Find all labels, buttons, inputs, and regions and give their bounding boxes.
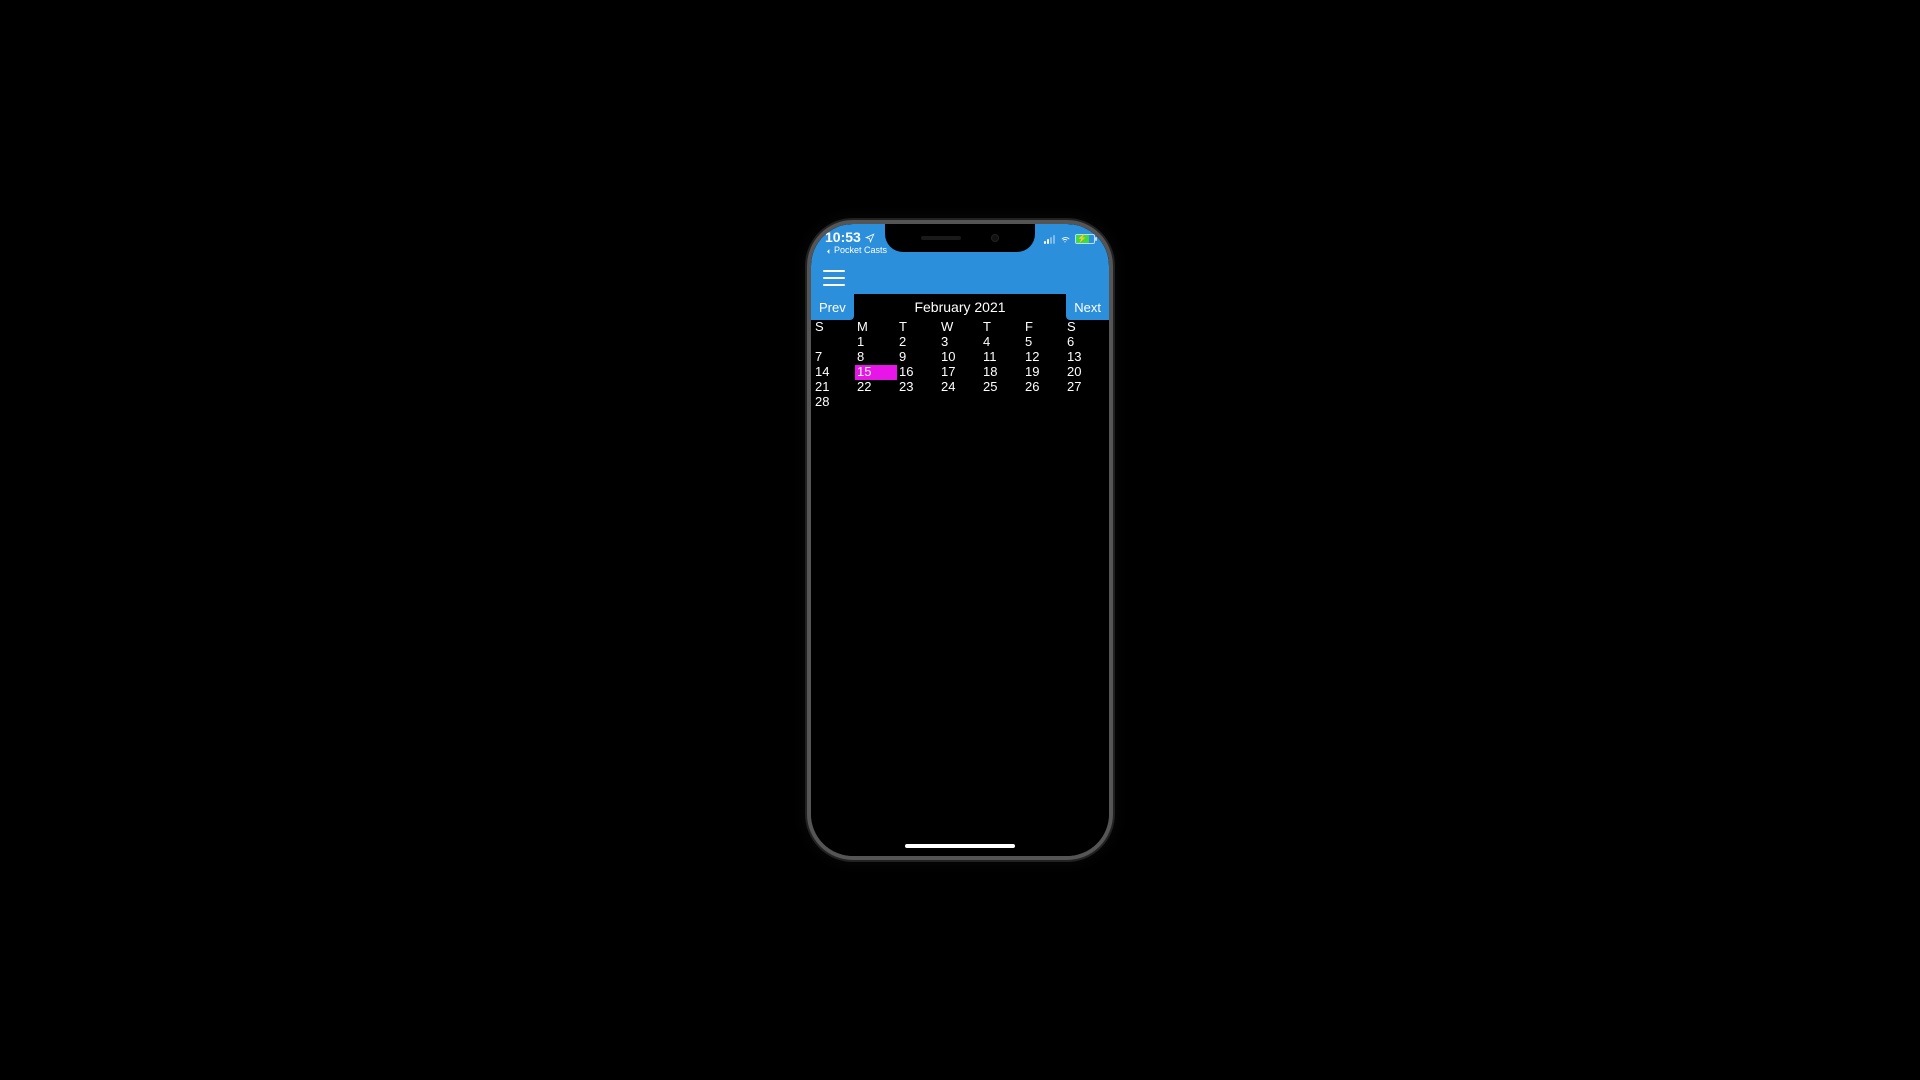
screen: 10:53 Pocket Casts xyxy=(811,224,1109,856)
calendar-day[interactable]: 9 xyxy=(897,350,939,365)
next-month-button[interactable]: Next xyxy=(1066,294,1109,320)
day-header: S xyxy=(1065,320,1107,335)
calendar-day[interactable]: 16 xyxy=(897,365,939,380)
power-button[interactable] xyxy=(1111,394,1113,464)
calendar-day[interactable]: 1 xyxy=(855,335,897,350)
day-header: S xyxy=(813,320,855,335)
speaker-grille xyxy=(921,236,961,240)
back-caret-icon xyxy=(825,248,832,255)
calendar-day-empty xyxy=(813,335,855,350)
day-header: F xyxy=(1023,320,1065,335)
calendar-header: Prev February 2021 Next xyxy=(811,294,1109,320)
calendar-day[interactable]: 20 xyxy=(1065,365,1107,380)
calendar-day[interactable]: 6 xyxy=(1065,335,1107,350)
day-header: T xyxy=(981,320,1023,335)
calendar-day[interactable]: 23 xyxy=(897,380,939,395)
calendar-week: 14 15 16 17 18 19 20 xyxy=(813,365,1107,380)
calendar-day[interactable]: 18 xyxy=(981,365,1023,380)
back-app-label: Pocket Casts xyxy=(834,246,887,256)
calendar-day[interactable]: 14 xyxy=(813,365,855,380)
day-header: T xyxy=(897,320,939,335)
menu-button[interactable] xyxy=(823,270,845,286)
calendar-day[interactable]: 24 xyxy=(939,380,981,395)
calendar-day[interactable]: 28 xyxy=(813,395,855,410)
wifi-icon xyxy=(1059,234,1071,244)
calendar-day[interactable]: 27 xyxy=(1065,380,1107,395)
back-to-app[interactable]: Pocket Casts xyxy=(825,246,887,256)
front-camera xyxy=(991,234,999,242)
calendar-day[interactable]: 25 xyxy=(981,380,1023,395)
calendar-day-selected[interactable]: 15 xyxy=(855,365,897,380)
status-left: 10:53 Pocket Casts xyxy=(825,230,887,256)
calendar-day[interactable]: 8 xyxy=(855,350,897,365)
calendar-day[interactable]: 11 xyxy=(981,350,1023,365)
location-icon xyxy=(865,233,875,243)
calendar-day[interactable]: 7 xyxy=(813,350,855,365)
calendar-day[interactable]: 22 xyxy=(855,380,897,395)
battery-icon: ⚡ xyxy=(1075,234,1095,244)
phone-frame: 10:53 Pocket Casts xyxy=(807,220,1113,860)
calendar-day-headers: S M T W T F S xyxy=(813,320,1107,335)
calendar-day[interactable]: 4 xyxy=(981,335,1023,350)
calendar-grid: S M T W T F S 1 2 3 4 5 6 7 8 9 1 xyxy=(811,320,1109,410)
calendar-day[interactable]: 17 xyxy=(939,365,981,380)
calendar-day[interactable]: 21 xyxy=(813,380,855,395)
calendar-day-empty xyxy=(981,395,1023,410)
calendar-day-empty xyxy=(1023,395,1065,410)
calendar-day-empty xyxy=(897,395,939,410)
home-indicator[interactable] xyxy=(905,844,1015,848)
calendar-day-empty xyxy=(939,395,981,410)
calendar-day[interactable]: 26 xyxy=(1023,380,1065,395)
volume-down-button[interactable] xyxy=(807,404,809,452)
calendar-day[interactable]: 3 xyxy=(939,335,981,350)
status-right: ⚡ xyxy=(1044,230,1095,244)
calendar-day[interactable]: 10 xyxy=(939,350,981,365)
calendar-week: 21 22 23 24 25 26 27 xyxy=(813,380,1107,395)
calendar-day[interactable]: 12 xyxy=(1023,350,1065,365)
calendar-day[interactable]: 19 xyxy=(1023,365,1065,380)
device-notch xyxy=(885,224,1035,252)
day-header: M xyxy=(855,320,897,335)
calendar-week: 28 xyxy=(813,395,1107,410)
volume-up-button[interactable] xyxy=(807,364,809,392)
calendar-day-empty xyxy=(1065,395,1107,410)
calendar-day[interactable]: 13 xyxy=(1065,350,1107,365)
cellular-signal-icon xyxy=(1044,235,1055,244)
calendar-title: February 2021 xyxy=(914,299,1005,315)
prev-month-button[interactable]: Prev xyxy=(811,294,854,320)
status-time: 10:53 xyxy=(825,230,861,245)
calendar-day-empty xyxy=(855,395,897,410)
charging-bolt-icon: ⚡ xyxy=(1077,235,1087,243)
calendar-week: 7 8 9 10 11 12 13 xyxy=(813,350,1107,365)
day-header: W xyxy=(939,320,981,335)
calendar-day[interactable]: 5 xyxy=(1023,335,1065,350)
calendar-week: 1 2 3 4 5 6 xyxy=(813,335,1107,350)
calendar-day[interactable]: 2 xyxy=(897,335,939,350)
